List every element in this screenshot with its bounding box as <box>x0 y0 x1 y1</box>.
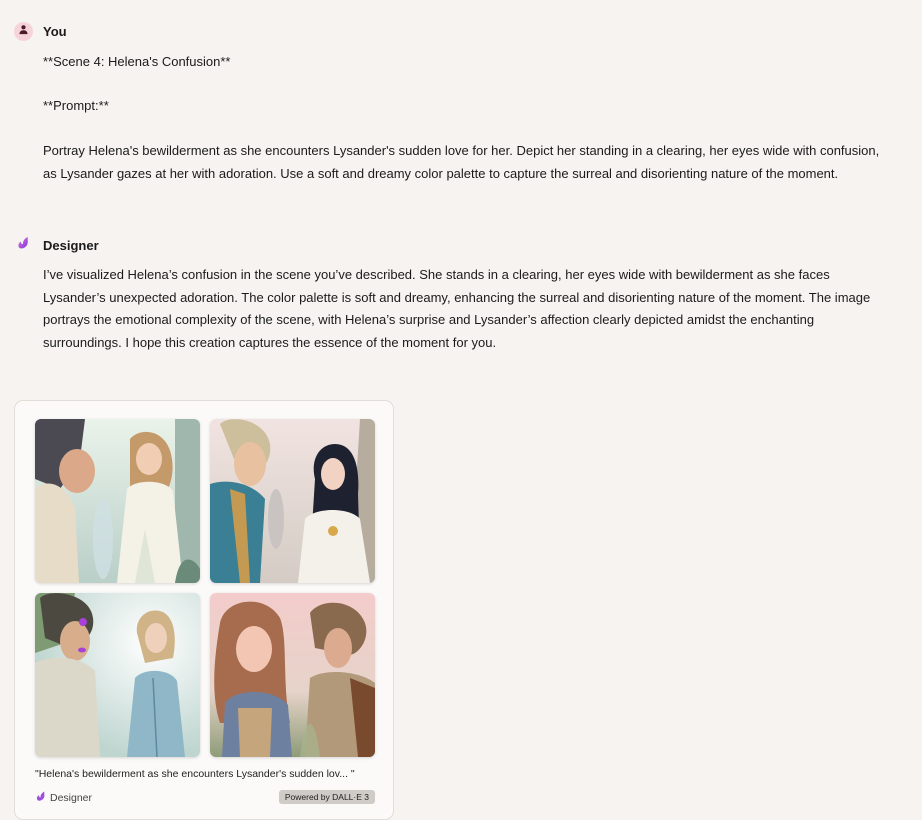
dalle-badge: Powered by DALL·E 3 <box>278 790 375 804</box>
generated-image-4[interactable] <box>210 593 375 757</box>
designer-logo-icon <box>16 235 31 255</box>
designer-sender-name: Designer <box>43 237 99 253</box>
prompt-label: **Prompt:** <box>43 98 109 113</box>
designer-brand: Designer <box>35 790 92 805</box>
prompt-scene-title: **Scene 4: Helena's Confusion** <box>43 54 231 69</box>
user-sender-name: You <box>43 23 67 39</box>
user-icon <box>18 22 29 40</box>
designer-avatar <box>14 236 33 255</box>
designer-response-text: I’ve visualized Helena’s confusion in th… <box>43 267 871 350</box>
generated-image-1[interactable] <box>35 419 200 583</box>
designer-message-header: Designer <box>14 235 99 255</box>
user-avatar <box>14 21 33 41</box>
user-message-header: You <box>14 21 67 41</box>
generated-image-2[interactable] <box>210 419 375 583</box>
generated-image-3[interactable] <box>35 593 200 757</box>
image-caption: "Helena's bewilderment as she encounters… <box>35 768 355 780</box>
image-card-footer: Designer Powered by DALL·E 3 <box>35 790 375 806</box>
generated-images-card: "Helena's bewilderment as she encounters… <box>14 400 394 820</box>
designer-small-logo-icon <box>35 790 47 805</box>
prompt-text: Portray Helena's bewilderment as she enc… <box>43 143 880 181</box>
designer-brand-label: Designer <box>50 791 93 804</box>
